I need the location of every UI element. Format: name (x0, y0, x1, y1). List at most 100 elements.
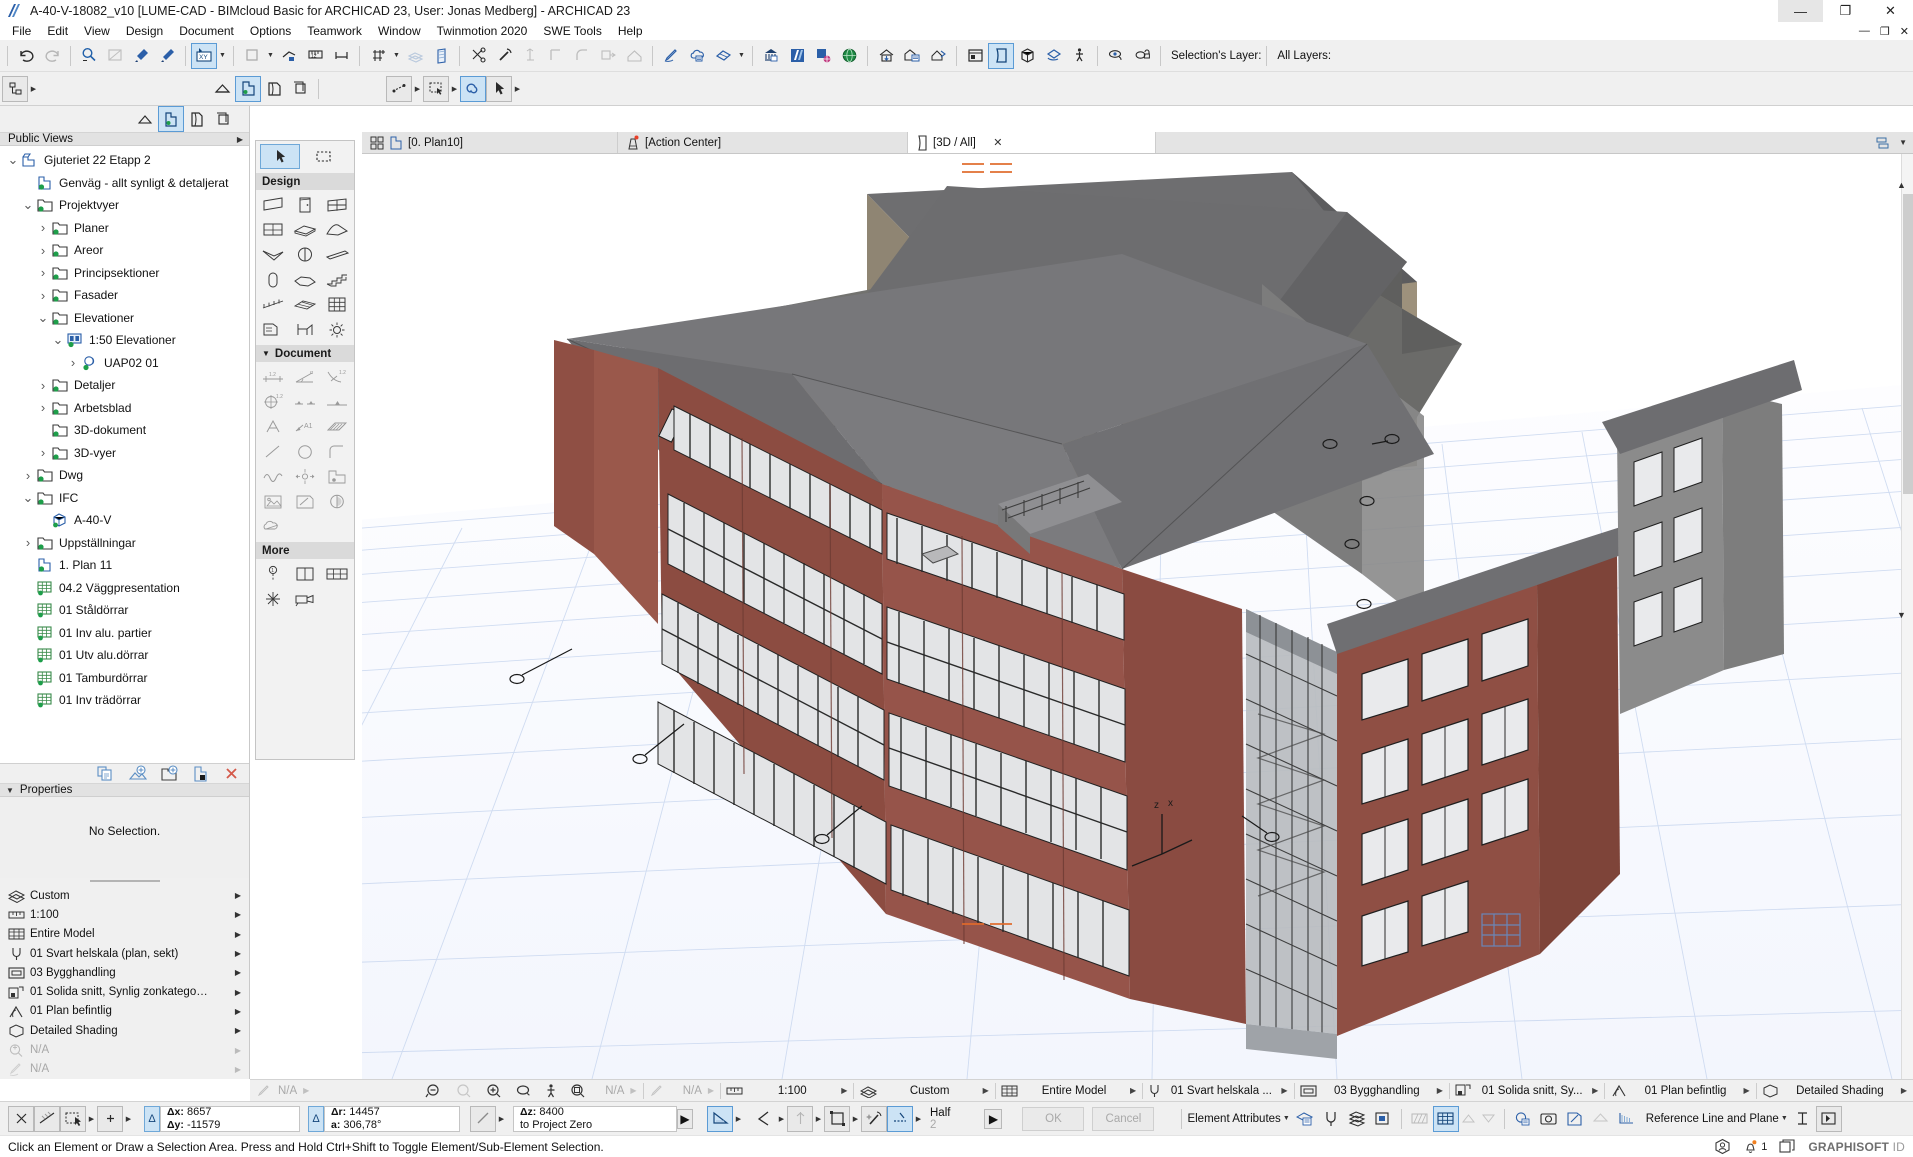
viewbar-structure-display[interactable]: Entire Model ▶ (995, 1080, 1142, 1102)
angle-bisector-icon[interactable] (750, 1106, 776, 1132)
viewbar-pen-set[interactable]: 01 Svart helskala ... ▶ (1142, 1080, 1293, 1102)
layout-book-icon[interactable] (184, 106, 210, 132)
arrow-tool-chevron-right-icon[interactable]: ▶ (512, 76, 523, 102)
tree-item[interactable]: 01 Ståldörrar (0, 599, 249, 622)
wall-icon[interactable] (428, 43, 454, 69)
slab-tool-icon[interactable] (289, 217, 321, 242)
walk-icon[interactable] (1066, 43, 1092, 69)
guide-line-chevron-right-icon[interactable]: ▶ (412, 76, 423, 102)
elevate-icon[interactable] (276, 43, 302, 69)
mesh-tool-icon[interactable] (289, 267, 321, 292)
undo-icon[interactable] (13, 43, 39, 69)
tree-item[interactable]: 1. Plan 11 (0, 554, 249, 577)
toolbox-arrow-tool-icon[interactable] (260, 144, 300, 169)
tab-group-icon[interactable] (370, 136, 384, 150)
globe-icon[interactable] (836, 43, 862, 69)
label-tool-icon[interactable]: A1 (289, 414, 321, 439)
viewbar-pen-weight-chevron-right-icon[interactable]: ▶ (303, 1086, 309, 1095)
eyedropper-icon[interactable] (128, 43, 154, 69)
chevron-down-icon[interactable]: ⌄ (6, 149, 20, 171)
suspend-groups-icon[interactable] (861, 1105, 887, 1132)
archicad-doc-icon[interactable] (784, 43, 810, 69)
publish-icon[interactable] (810, 43, 836, 69)
dimension-tool-icon[interactable]: 1.2 (257, 364, 289, 389)
menu-swe-tools[interactable]: SWE Tools (535, 23, 609, 39)
element-attributes-label[interactable]: Element Attributes (1187, 1113, 1280, 1125)
notifications-indicator[interactable]: 1 (1743, 1139, 1767, 1155)
hotspot-tool-icon[interactable] (289, 464, 321, 489)
properties-chevron-down-icon[interactable]: ▼ (6, 786, 14, 795)
viewbar-3d-style-chevron-right-icon[interactable]: ▶ (1901, 1086, 1907, 1095)
dimension-icon[interactable] (328, 43, 354, 69)
quick-option-chevron-right-icon[interactable]: ▶ (235, 968, 241, 977)
picture-tool-icon[interactable] (257, 489, 289, 514)
quick-option-chevron-right-icon[interactable]: ▶ (235, 1007, 241, 1016)
tab-list-icon[interactable] (1875, 136, 1895, 150)
view-eye-icon[interactable] (1103, 43, 1129, 69)
vertical-scrollbar-thumb[interactable] (1903, 194, 1913, 494)
roof-tool-icon[interactable] (321, 217, 353, 242)
tree-item[interactable]: › Fasader (0, 284, 249, 307)
viewbar-refresh[interactable] (643, 1080, 671, 1102)
beam-tool-icon[interactable] (321, 242, 353, 267)
drag-dropdown-chevron-down-icon[interactable]: ▼ (265, 43, 276, 69)
quick-option-row[interactable]: 03 Bygghandling ▶ (0, 963, 249, 982)
delta-polar-toggle[interactable]: Δ (308, 1105, 324, 1132)
viewbar-structure-chevron-right-icon[interactable]: ▶ (1130, 1086, 1136, 1095)
pen-icon[interactable] (658, 43, 684, 69)
menu-help[interactable]: Help (610, 23, 651, 39)
relative-construction-icon[interactable] (887, 1105, 913, 1132)
tab-plan10[interactable]: [0. Plan10] (362, 132, 618, 153)
grid-snap-icon[interactable] (365, 43, 391, 69)
object-tool-icon[interactable] (257, 317, 289, 342)
viewbar-zoom-previous[interactable] (449, 1080, 479, 1102)
line-tool-icon[interactable] (257, 439, 289, 464)
marquee-elevation-icon[interactable] (1614, 1106, 1640, 1132)
lamp-tool-icon[interactable] (321, 317, 353, 342)
toolbox-section-design[interactable]: Design (256, 173, 354, 190)
reference-line-chevron-down-icon[interactable]: ▼ (1779, 1106, 1790, 1132)
current-story-icon[interactable] (261, 76, 287, 102)
tree-item[interactable]: Genväg - allt synligt & detaljerat (0, 172, 249, 195)
partial-structure-display-icon[interactable] (235, 75, 261, 102)
relative-construction-chevron-right-icon[interactable]: ▶ (913, 1106, 924, 1132)
elevation-marker-tool-icon[interactable] (289, 561, 321, 586)
viewbar-scale-chevron-right-icon[interactable]: ▶ (841, 1086, 847, 1095)
menu-design[interactable]: Design (118, 23, 171, 39)
cancel-button[interactable]: Cancel (1092, 1106, 1155, 1131)
quick-option-chevron-right-icon[interactable]: ▶ (235, 891, 241, 900)
tree-item[interactable]: 04.2 Väggpresentation (0, 577, 249, 600)
tree-item[interactable]: 01 Inv alu. partier (0, 622, 249, 645)
mesh-surface-tool-icon[interactable] (289, 292, 321, 317)
chevron-down-icon[interactable]: ⌄ (21, 487, 35, 509)
detail-tool-icon[interactable] (257, 586, 289, 611)
quick-option-chevron-right-icon[interactable]: ▶ (235, 1026, 241, 1035)
save-house-icon[interactable] (899, 43, 925, 69)
chevron-down-icon[interactable]: ⌄ (51, 329, 65, 351)
delta-xy-toggle[interactable]: Δ (144, 1105, 160, 1132)
tree-item[interactable]: ⌄ 1:50 Elevationer (0, 329, 249, 352)
tree-item[interactable]: 3D-dokument (0, 419, 249, 442)
coordinate-input-icon[interactable]: XY (191, 42, 217, 69)
grid-dropdown-chevron-down-icon[interactable]: ▼ (391, 43, 402, 69)
gravity-icon[interactable] (707, 1105, 733, 1132)
curtain-wall-tool-icon[interactable] (257, 217, 289, 242)
chevron-right-icon[interactable]: › (36, 374, 50, 396)
viewport-scroll-up-icon[interactable]: ▲ (1897, 180, 1911, 190)
toolbox-marquee-tool-icon[interactable] (303, 144, 343, 169)
viewbar-graphic-override-chevron-right-icon[interactable]: ▶ (1592, 1086, 1598, 1095)
tab-close-icon[interactable]: ✕ (990, 136, 1006, 149)
special-snap-icon[interactable] (60, 1105, 86, 1132)
tree-item[interactable]: › Dwg (0, 464, 249, 487)
change-tool-icon[interactable] (257, 514, 289, 539)
spot-level-tool-icon[interactable] (321, 389, 353, 414)
polyline-tool-icon[interactable] (321, 439, 353, 464)
toolbox-section-document[interactable]: ▼ Document (256, 345, 354, 362)
camera-tool-icon[interactable] (289, 586, 321, 611)
chevron-right-icon[interactable]: › (36, 217, 50, 239)
marquee-select-icon[interactable] (423, 75, 449, 102)
navigator-tree[interactable]: ⌄ Gjuteriet 22 Etapp 2 Genväg - allt synli… (0, 146, 249, 764)
z-reference-chevron-right-icon[interactable]: ▶ (677, 1108, 693, 1129)
tree-item[interactable]: › Arbetsblad (0, 397, 249, 420)
viewbar-pen-set-chevron-right-icon[interactable]: ▶ (1281, 1086, 1287, 1095)
